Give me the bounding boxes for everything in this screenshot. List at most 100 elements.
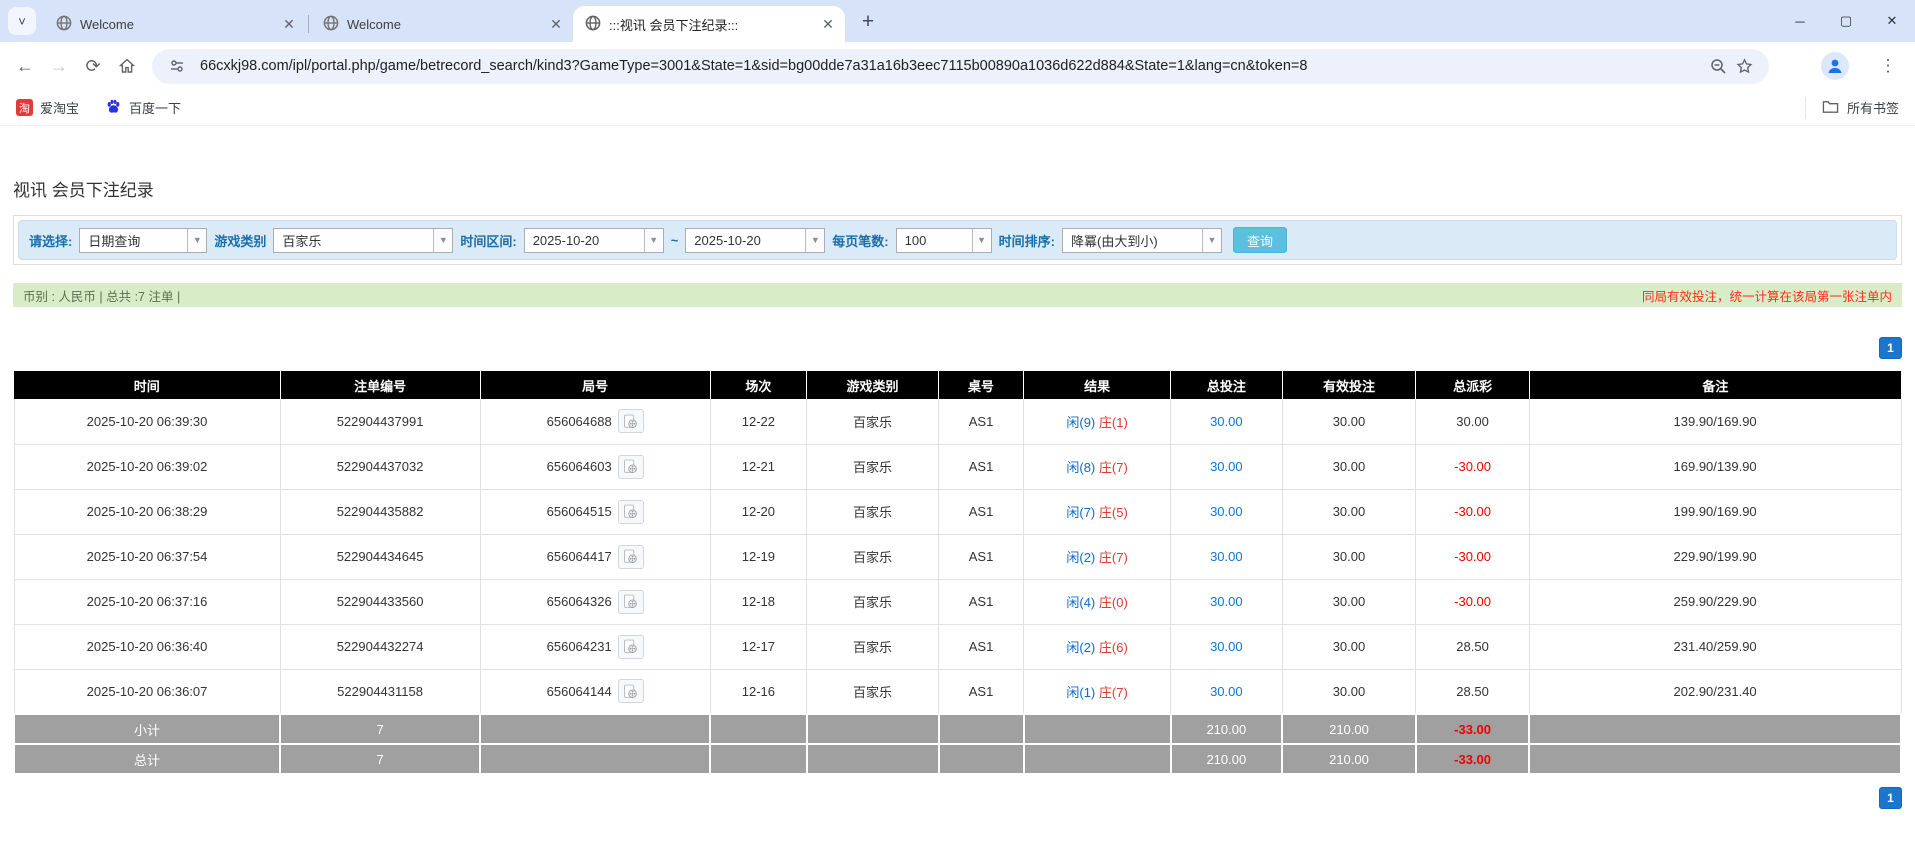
cell-table-no: AS1 [939, 669, 1024, 714]
tab-search-button[interactable]: ˅ [8, 7, 36, 35]
chevron-down-icon[interactable]: ▼ [1202, 229, 1221, 252]
tab-close-icon[interactable]: ✕ [819, 15, 837, 33]
result-player: 闲(2) [1066, 640, 1095, 655]
column-header-1: 注单编号 [280, 371, 480, 399]
globe-favicon-icon [323, 15, 339, 34]
cell-game-type: 百家乐 [807, 534, 939, 579]
date-from-input[interactable]: 2025-10-20 ▼ [524, 228, 664, 253]
cell-total-bet: 30.00 [1171, 534, 1282, 579]
forward-icon[interactable]: → [42, 49, 76, 83]
total-bet-link[interactable]: 30.00 [1210, 639, 1243, 654]
zoom-out-icon[interactable] [1705, 53, 1731, 79]
back-icon[interactable]: ← [8, 49, 42, 83]
cell-valid-bet: 30.00 [1282, 624, 1416, 669]
date-to-input[interactable]: 2025-10-20 ▼ [685, 228, 825, 253]
cell-session: 12-21 [710, 444, 806, 489]
date-range-label: 时间区间: [460, 231, 516, 250]
bookmarks-bar: 淘 爱淘宝 百度一下 所有书签 [0, 90, 1915, 126]
cell-bet-id: 522904434645 [280, 534, 480, 579]
home-icon[interactable] [110, 49, 144, 83]
cell-payout: -30.00 [1416, 579, 1529, 624]
result-banker: 庄(7) [1099, 460, 1128, 475]
result-player: 闲(9) [1066, 415, 1095, 430]
video-replay-button[interactable] [618, 409, 644, 433]
total-bet-link[interactable]: 30.00 [1210, 414, 1243, 429]
column-header-7: 总投注 [1171, 371, 1282, 399]
tab-close-icon[interactable]: ✕ [547, 15, 565, 33]
total-bet-link[interactable]: 30.00 [1210, 504, 1243, 519]
bookmark-aitaobao[interactable]: 淘 爱淘宝 [16, 98, 79, 117]
cell-result: 闲(2) 庄(7) [1024, 534, 1171, 579]
video-replay-button[interactable] [618, 635, 644, 659]
cell-game-type: 百家乐 [807, 444, 939, 489]
summary-payout: -33.00 [1416, 744, 1529, 774]
video-replay-button[interactable] [618, 590, 644, 614]
bet-records-table: 时间注单编号局号场次游戏类别桌号结果总投注有效投注总派彩备注 2025-10-2… [13, 371, 1902, 775]
cell-bet-id: 522904432274 [280, 624, 480, 669]
summary-total-bet: 210.00 [1171, 714, 1282, 744]
minimize-button[interactable]: ─ [1777, 0, 1823, 42]
tab-close-icon[interactable]: ✕ [280, 15, 298, 33]
all-bookmarks[interactable]: 所有书签 [1805, 97, 1899, 119]
page-size-select[interactable]: 100 ▼ [896, 228, 992, 253]
sort-order-label: 时间排序: [999, 231, 1055, 250]
video-replay-button[interactable] [618, 679, 644, 703]
cell-remark: 259.90/229.90 [1529, 579, 1901, 624]
close-window-button[interactable]: ✕ [1869, 0, 1915, 42]
tab-betrecord-active[interactable]: :::视讯 会员下注纪录::: ✕ [573, 6, 845, 42]
address-bar[interactable]: 66cxkj98.com/ipl/portal.php/game/betreco… [152, 49, 1769, 84]
result-player: 闲(8) [1066, 460, 1095, 475]
bookmark-star-icon[interactable] [1731, 53, 1757, 79]
tab-welcome-2[interactable]: Welcome ✕ [311, 6, 573, 42]
total-bet-link[interactable]: 30.00 [1210, 684, 1243, 699]
filter-bar: 请选择: 日期查询 ▼ 游戏类别 百家乐 ▼ 时间区间: 2025-10-20 … [18, 220, 1897, 260]
chevron-down-icon[interactable]: ▼ [433, 229, 452, 252]
site-settings-tune-icon[interactable] [164, 53, 190, 79]
query-type-select[interactable]: 日期查询 ▼ [79, 228, 207, 253]
page-size-label: 每页笔数: [832, 231, 888, 250]
query-button[interactable]: 查询 [1233, 227, 1287, 253]
valid-bet-notice-text: 同局有效投注，统一计算在该局第一张注单内 [1642, 286, 1892, 305]
chevron-down-icon[interactable]: ▼ [972, 229, 991, 252]
browser-menu-icon[interactable]: ⋮ [1875, 56, 1901, 76]
cell-session: 12-20 [710, 489, 806, 534]
cell-result: 闲(9) 庄(1) [1024, 399, 1171, 444]
cell-game-type: 百家乐 [807, 669, 939, 714]
chevron-down-icon[interactable]: ▼ [187, 229, 206, 252]
total-bet-link[interactable]: 30.00 [1210, 549, 1243, 564]
new-tab-button[interactable]: + [853, 7, 883, 37]
tab-welcome-1[interactable]: Welcome ✕ [44, 6, 306, 42]
table-header-row: 时间注单编号局号场次游戏类别桌号结果总投注有效投注总派彩备注 [14, 371, 1901, 399]
url-text[interactable]: 66cxkj98.com/ipl/portal.php/game/betreco… [200, 58, 1705, 74]
sort-order-select[interactable]: 降冪(由大到小) ▼ [1062, 228, 1222, 253]
reload-icon[interactable]: ⟳ [76, 49, 110, 83]
video-replay-button[interactable] [618, 545, 644, 569]
chevron-down-icon[interactable]: ▼ [644, 229, 663, 252]
cell-total-bet: 30.00 [1171, 669, 1282, 714]
cell-session: 12-22 [710, 399, 806, 444]
page-1-button[interactable]: 1 [1879, 787, 1902, 809]
cell-game-type: 百家乐 [807, 399, 939, 444]
cell-valid-bet: 30.00 [1282, 489, 1416, 534]
total-bet-link[interactable]: 30.00 [1210, 459, 1243, 474]
maximize-button[interactable]: ▢ [1823, 0, 1869, 42]
column-header-8: 有效投注 [1282, 371, 1416, 399]
cell-round-id: 656064688 [480, 399, 710, 444]
window-controls: ─ ▢ ✕ [1777, 0, 1915, 42]
summary-count: 7 [280, 744, 480, 774]
page-1-button[interactable]: 1 [1879, 337, 1902, 359]
column-header-6: 结果 [1024, 371, 1171, 399]
bookmark-baidu[interactable]: 百度一下 [105, 98, 181, 118]
page-size-value: 100 [897, 233, 972, 248]
chevron-down-icon[interactable]: ▼ [805, 229, 824, 252]
game-type-select[interactable]: 百家乐 ▼ [273, 228, 453, 253]
currency-total-text: 币别 : 人民币 | 总共 :7 注单 | [23, 286, 180, 305]
cell-remark: 139.90/169.90 [1529, 399, 1901, 444]
video-replay-button[interactable] [618, 500, 644, 524]
table-body: 2025-10-20 06:39:30522904437991656064688… [14, 399, 1901, 774]
globe-favicon-icon [56, 15, 72, 34]
cell-valid-bet: 30.00 [1282, 579, 1416, 624]
profile-avatar[interactable] [1821, 52, 1849, 80]
total-bet-link[interactable]: 30.00 [1210, 594, 1243, 609]
video-replay-button[interactable] [618, 455, 644, 479]
